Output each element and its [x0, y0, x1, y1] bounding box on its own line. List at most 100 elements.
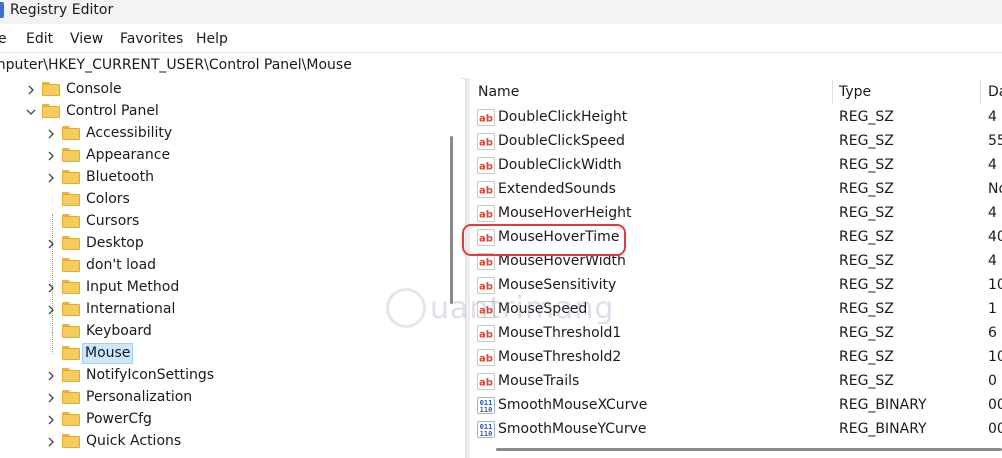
folder-icon: [62, 390, 80, 404]
tree-node-label: Console: [66, 81, 122, 97]
folder-icon: [42, 82, 60, 96]
table-row[interactable]: ab DoubleClickSpeed REG_SZ 55: [470, 130, 1002, 154]
string-value-icon: ab: [477, 325, 495, 342]
folder-open-icon: [62, 346, 80, 360]
folder-icon: [62, 258, 80, 272]
column-header-name[interactable]: Name: [478, 78, 519, 106]
tree-node-mouse[interactable]: Mouse: [0, 343, 440, 365]
table-row[interactable]: 011 110 SmoothMouseXCurve REG_BINARY 00: [470, 394, 1002, 418]
tree-node-powercfg[interactable]: PowerCfg: [0, 409, 440, 431]
svg-text:ab: ab: [479, 258, 493, 269]
chevron-right-icon[interactable]: [26, 85, 36, 95]
table-row[interactable]: ab MouseTrails REG_SZ 0: [470, 370, 1002, 394]
tree-node-personalization[interactable]: Personalization: [0, 387, 440, 409]
string-value-icon: ab: [477, 157, 495, 174]
table-row[interactable]: ab ExtendedSounds REG_SZ No: [470, 178, 1002, 202]
values-list-pane[interactable]: Name Type Da ab DoubleClickHeight REG_SZ 4 a…: [470, 78, 1002, 458]
value-data: 4: [988, 205, 997, 221]
tree-node-accessibility[interactable]: Accessibility: [0, 123, 440, 145]
value-data: 6: [988, 325, 997, 341]
key-tree-pane[interactable]: Console Control Panel Accessibility Appe…: [0, 78, 460, 458]
chevron-right-icon[interactable]: [46, 305, 56, 315]
tree-node-keyboard[interactable]: Keyboard: [0, 321, 440, 343]
chevron-right-icon[interactable]: [46, 371, 56, 381]
chevron-right-icon[interactable]: [46, 239, 56, 249]
tree-node-label: International: [86, 301, 176, 317]
chevron-right-icon[interactable]: [46, 437, 56, 447]
list-horizontal-scrollbar[interactable]: [496, 448, 1002, 451]
value-data: 10: [988, 277, 1002, 293]
svg-text:ab: ab: [479, 186, 493, 197]
tree-node-appearance[interactable]: Appearance: [0, 145, 440, 167]
value-name: MouseThreshold1: [498, 325, 622, 341]
table-row[interactable]: ab DoubleClickWidth REG_SZ 4: [470, 154, 1002, 178]
svg-text:110: 110: [480, 430, 493, 438]
watermark-text: uantrimang: [430, 291, 615, 326]
value-name: DoubleClickWidth: [498, 157, 622, 173]
tree-node-desktop[interactable]: Desktop: [0, 233, 440, 255]
menu-favorites[interactable]: Favorites: [120, 30, 183, 48]
tree-node-notifyiconsettings[interactable]: NotifyIconSettings: [0, 365, 440, 387]
tree-node-label: Mouse: [82, 343, 134, 364]
chevron-right-icon[interactable]: [46, 283, 56, 293]
address-path[interactable]: mputer\HKEY_CURRENT_USER\Control Panel\M…: [0, 56, 352, 74]
window-title: Registry Editor: [10, 2, 114, 18]
column-header-type[interactable]: Type: [839, 78, 871, 106]
folder-icon: [62, 434, 80, 448]
value-name: MouseTrails: [498, 373, 580, 389]
svg-text:ab: ab: [479, 378, 493, 389]
tree-node-colors[interactable]: Colors: [0, 189, 440, 211]
tree-node-label: Input Method: [86, 279, 180, 295]
value-type: REG_SZ: [839, 205, 894, 221]
value-data: 00: [988, 397, 1002, 413]
value-data: 10: [988, 349, 1002, 365]
folder-icon: [62, 368, 80, 382]
table-row[interactable]: ab MouseHoverHeight REG_SZ 4: [470, 202, 1002, 226]
svg-text:ab: ab: [479, 114, 493, 125]
value-name: DoubleClickSpeed: [498, 133, 625, 149]
menu-help[interactable]: Help: [196, 30, 228, 48]
tree-node-control-panel[interactable]: Control Panel: [0, 101, 440, 123]
string-value-icon: ab: [477, 133, 495, 150]
value-name: DoubleClickHeight: [498, 109, 628, 125]
value-data: 40: [988, 229, 1002, 245]
table-row[interactable]: ab DoubleClickHeight REG_SZ 4: [470, 106, 1002, 130]
value-type: REG_BINARY: [839, 421, 927, 437]
tree-node-bluetooth[interactable]: Bluetooth: [0, 167, 440, 189]
folder-icon: [62, 148, 80, 162]
value-type: REG_SZ: [839, 277, 894, 293]
tree-node-label: Personalization: [86, 389, 193, 405]
string-value-icon: ab: [477, 181, 495, 198]
table-row[interactable]: 011 110 SmoothMouseYCurve REG_BINARY 00: [470, 418, 1002, 442]
chevron-right-icon[interactable]: [46, 129, 56, 139]
title-bar: Registry Editor: [0, 0, 1002, 24]
tree-node-label: don't load: [86, 257, 157, 273]
chevron-right-icon[interactable]: [46, 173, 56, 183]
tree-node-quick-actions[interactable]: Quick Actions: [0, 431, 440, 453]
tree-node-dont-load[interactable]: don't load: [0, 255, 440, 277]
tree-node-label: Appearance: [86, 147, 171, 163]
svg-text:ab: ab: [479, 138, 493, 149]
chevron-down-icon[interactable]: [26, 107, 36, 117]
column-divider[interactable]: [980, 80, 981, 104]
folder-icon: [42, 104, 60, 118]
tree-node-console[interactable]: Console: [0, 79, 440, 101]
column-divider[interactable]: [832, 80, 833, 104]
address-bar[interactable]: mputer\HKEY_CURRENT_USER\Control Panel\M…: [0, 52, 1002, 79]
value-data: 4: [988, 109, 997, 125]
column-header-data[interactable]: Da: [988, 78, 1002, 106]
tree-node-international[interactable]: International: [0, 299, 440, 321]
table-row[interactable]: ab MouseThreshold2 REG_SZ 10: [470, 346, 1002, 370]
string-value-icon: ab: [477, 109, 495, 126]
chevron-right-icon[interactable]: [46, 415, 56, 425]
value-type: REG_SZ: [839, 373, 894, 389]
chevron-right-icon[interactable]: [46, 393, 56, 403]
menu-edit[interactable]: Edit: [26, 30, 53, 48]
menu-view[interactable]: View: [70, 30, 103, 48]
chevron-right-icon[interactable]: [46, 151, 56, 161]
menu-bar: e Edit View Favorites Help: [0, 26, 1002, 52]
tree-vertical-scrollbar[interactable]: [450, 136, 453, 304]
menu-file[interactable]: e: [0, 30, 7, 48]
tree-node-input-method[interactable]: Input Method: [0, 277, 440, 299]
tree-node-cursors[interactable]: Cursors: [0, 211, 440, 233]
